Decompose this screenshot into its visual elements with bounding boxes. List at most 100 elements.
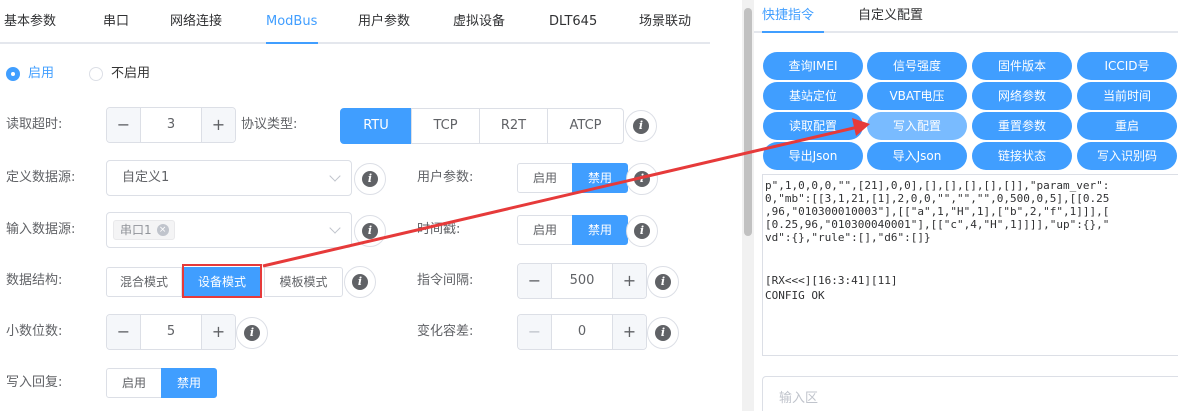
active-tab-indicator [266, 42, 318, 44]
read-config-button[interactable]: 读取配置 [763, 112, 863, 140]
increment-button[interactable]: + [612, 264, 646, 298]
write-reply-disable-button[interactable]: 禁用 [161, 368, 217, 398]
console-line: ,96,"010300010003"],[["a",1,"H",1],["b",… [765, 205, 1110, 218]
radio-checked-icon [6, 67, 20, 81]
user-param-disable-button[interactable]: 禁用 [572, 163, 628, 193]
link-status-button[interactable]: 链接状态 [972, 142, 1072, 170]
user-param-help-button[interactable]: i [626, 163, 658, 195]
tab-network[interactable]: 网络连接 [170, 0, 222, 44]
radio-unchecked-icon [89, 67, 103, 81]
user-param-enable-button[interactable]: 启用 [517, 163, 573, 193]
custom-source-help-button[interactable]: i [354, 163, 386, 195]
tab-user-params[interactable]: 用户参数 [358, 0, 410, 44]
mixed-mode-button[interactable]: 混合模式 [106, 267, 182, 297]
timestamp-label: 时间戳: [417, 222, 461, 237]
protocol-tcp-button[interactable]: TCP [411, 108, 480, 144]
radio-enable[interactable]: 启用 [6, 64, 76, 84]
tolerance-value[interactable]: 0 [552, 315, 612, 349]
protocol-r2t-button[interactable]: R2T [479, 108, 548, 144]
read-timeout-stepper[interactable]: − 3 + [106, 107, 236, 143]
tolerance-help-button[interactable]: i [647, 317, 679, 349]
query-imei-button[interactable]: 查询IMEI [763, 52, 863, 80]
quick-command-panel: 快捷指令 自定义配置 查询IMEI 信号强度 固件版本 ICCID号 基站定位 … [754, 0, 1178, 411]
input-source-select[interactable]: 串口1 × [106, 212, 352, 248]
tab-modbus[interactable]: ModBus [266, 0, 317, 44]
write-reply-enable-button[interactable]: 启用 [106, 368, 162, 398]
protocol-help-button[interactable]: i [625, 110, 657, 142]
iccid-button[interactable]: ICCID号 [1077, 52, 1177, 80]
decrement-button[interactable]: − [107, 315, 141, 349]
tab-basic-params[interactable]: 基本参数 [4, 0, 56, 44]
tab-scene-linkage[interactable]: 场景联动 [639, 0, 691, 44]
timestamp-enable-button[interactable]: 启用 [517, 215, 573, 245]
decrement-button[interactable]: − [518, 315, 552, 349]
info-icon: i [655, 274, 671, 290]
base-station-location-button[interactable]: 基站定位 [763, 82, 863, 110]
console-line: p",1,0,0,0,"",[21],0,0],[],[],[],[],[]],… [765, 179, 1110, 192]
console-line: vd":{},"rule":[],"d6":[]} [765, 231, 931, 244]
write-id-code-button[interactable]: 写入识别码 [1077, 142, 1177, 170]
data-struct-help-button[interactable]: i [344, 266, 376, 298]
write-reply-label: 写入回复: [6, 375, 63, 390]
tab-virtual-device[interactable]: 虚拟设备 [453, 0, 505, 44]
decrement-button[interactable]: − [518, 264, 552, 298]
console-line: [RX<<<][16:3:41][11] [765, 274, 898, 287]
info-icon: i [362, 223, 378, 239]
increment-button[interactable]: + [201, 108, 235, 142]
cmd-interval-value[interactable]: 500 [552, 264, 612, 298]
reset-params-button[interactable]: 重置参数 [972, 112, 1072, 140]
write-config-button[interactable]: 写入配置 [867, 112, 967, 140]
vbat-voltage-button[interactable]: VBAT电压 [867, 82, 967, 110]
tab-custom-config[interactable]: 自定义配置 [858, 0, 923, 31]
info-icon: i [634, 223, 650, 239]
read-timeout-value[interactable]: 3 [141, 108, 201, 142]
increment-button[interactable]: + [612, 315, 646, 349]
timestamp-disable-button[interactable]: 禁用 [572, 215, 628, 245]
input-source-help-button[interactable]: i [354, 215, 386, 247]
decimal-help-button[interactable]: i [236, 317, 268, 349]
console-line: [0.25,96,"010300040001"],[["c",4,"H",1]]… [765, 218, 1110, 231]
restart-button[interactable]: 重启 [1077, 112, 1177, 140]
decimal-value[interactable]: 5 [141, 315, 201, 349]
info-icon: i [352, 274, 368, 290]
info-icon: i [362, 171, 378, 187]
chevron-down-icon [329, 170, 341, 182]
increment-button[interactable]: + [201, 315, 235, 349]
tab-quick-commands[interactable]: 快捷指令 [762, 0, 814, 31]
read-timeout-label: 读取超时: [6, 117, 63, 132]
tab-dlt645[interactable]: DLT645 [549, 0, 597, 44]
export-json-button[interactable]: 导出Json [763, 142, 863, 170]
cmd-interval-stepper[interactable]: − 500 + [517, 263, 647, 299]
info-icon: i [633, 118, 649, 134]
console-output[interactable]: p",1,0,0,0,"",[21],0,0],[],[],[],[],[]],… [762, 174, 1178, 356]
template-mode-button[interactable]: 模板模式 [264, 267, 343, 297]
active-tab-indicator [762, 31, 824, 33]
command-input-placeholder: 输入区 [779, 391, 819, 406]
command-input[interactable]: 输入区 [762, 376, 1178, 411]
custom-source-select[interactable]: 自定义1 [106, 160, 352, 196]
signal-strength-button[interactable]: 信号强度 [867, 52, 967, 80]
close-icon[interactable]: × [156, 224, 169, 236]
panel-scrollbar[interactable] [742, 0, 754, 411]
cmd-interval-help-button[interactable]: i [647, 266, 679, 298]
protocol-atcp-button[interactable]: ATCP [547, 108, 624, 144]
chevron-down-icon [329, 222, 341, 234]
decrement-button[interactable]: − [107, 108, 141, 142]
user-param-label: 用户参数: [417, 170, 474, 185]
network-params-button[interactable]: 网络参数 [972, 82, 1072, 110]
input-source-tag: 串口1 × [113, 220, 175, 240]
cmd-interval-label: 指令间隔: [417, 273, 474, 288]
decimal-stepper[interactable]: − 5 + [106, 314, 236, 350]
tolerance-stepper[interactable]: − 0 + [517, 314, 647, 350]
protocol-rtu-button[interactable]: RTU [340, 108, 412, 144]
import-json-button[interactable]: 导入Json [867, 142, 967, 170]
console-line: 0,"mb":[[3,1,21,[1],2,0,0,"","","",0,500… [765, 192, 1110, 205]
current-time-button[interactable]: 当前时间 [1077, 82, 1177, 110]
decimal-label: 小数位数: [6, 324, 63, 339]
radio-disable[interactable]: 不启用 [89, 64, 179, 84]
timestamp-help-button[interactable]: i [626, 215, 658, 247]
scrollbar-thumb[interactable] [744, 8, 752, 236]
firmware-version-button[interactable]: 固件版本 [972, 52, 1072, 80]
tab-serial[interactable]: 串口 [103, 0, 129, 44]
input-source-label: 输入数据源: [6, 222, 76, 237]
